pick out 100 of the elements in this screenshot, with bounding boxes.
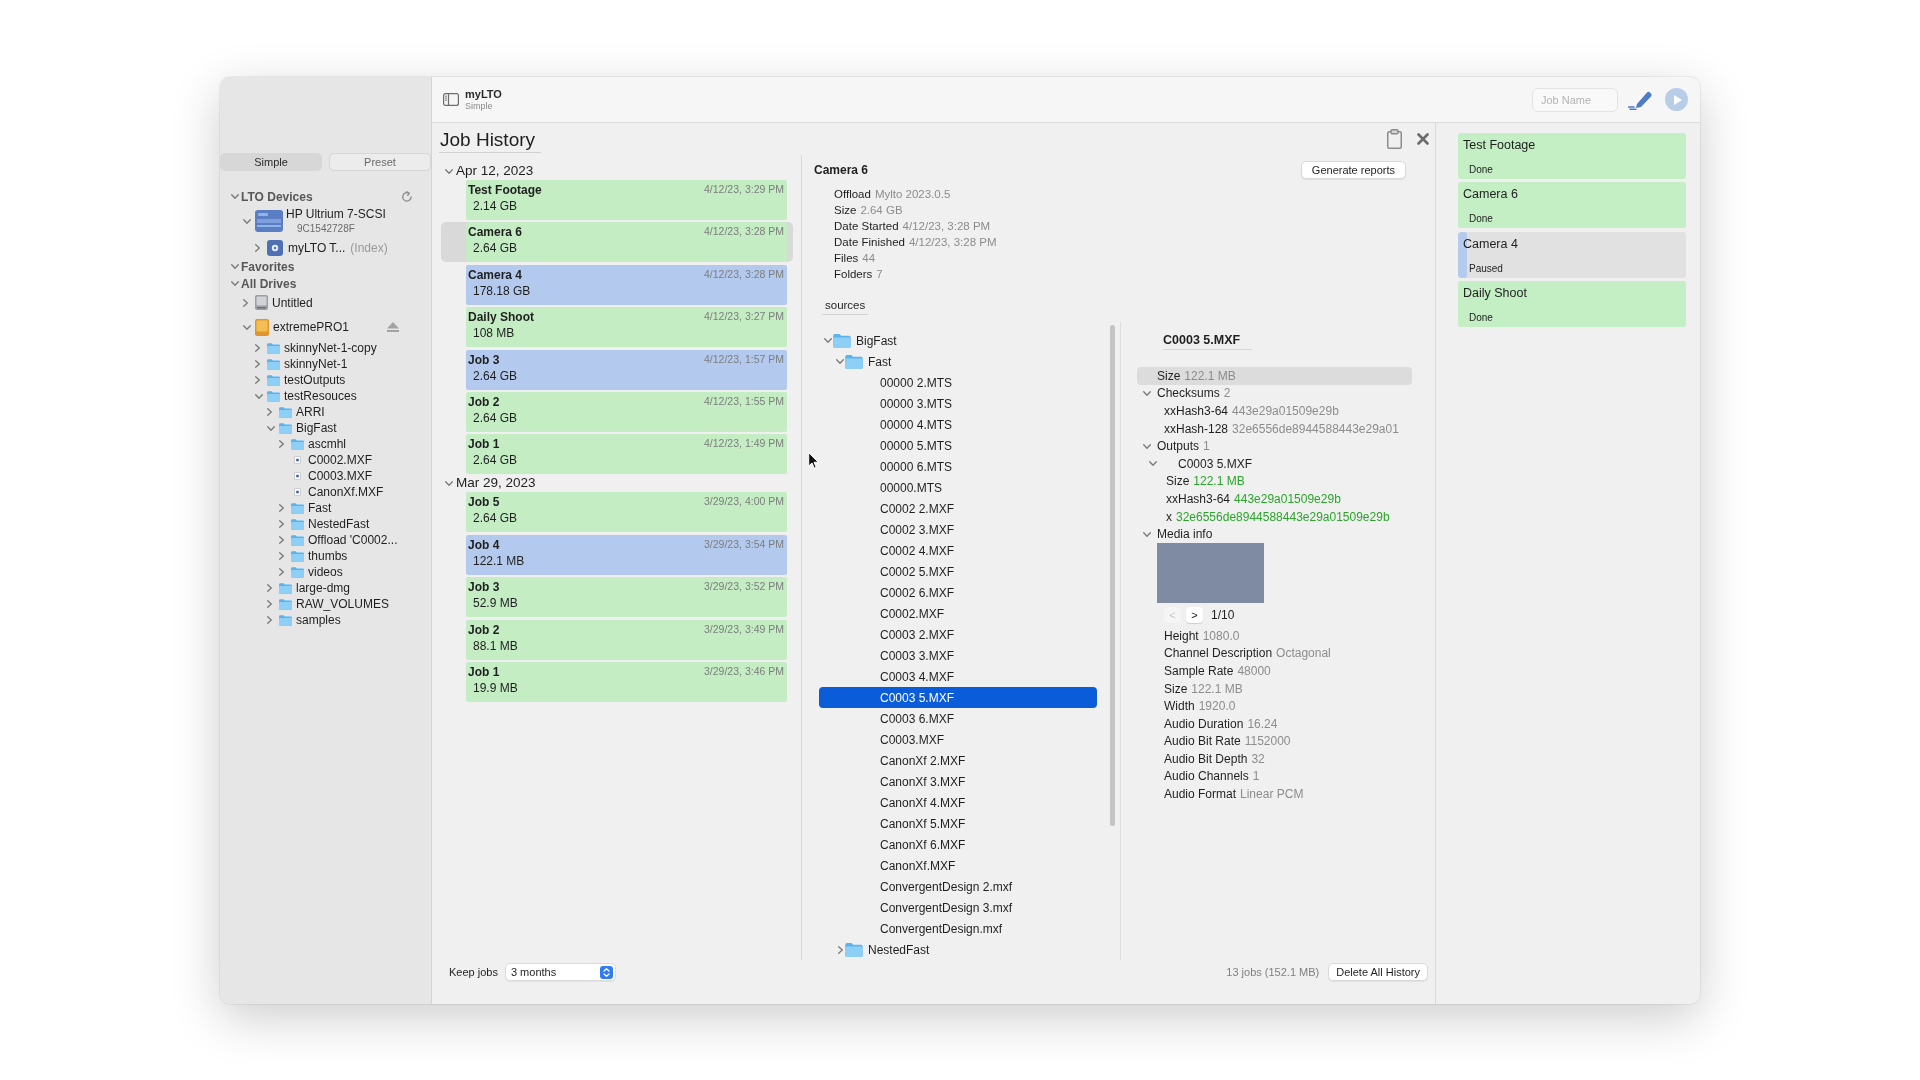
- sidebar-item-label[interactable]: myLTO T...: [288, 238, 346, 257]
- queue-card[interactable]: Camera 4 Paused: [1458, 231, 1686, 278]
- sidebar-item-label[interactable]: skinnyNet-1-copy: [284, 339, 377, 357]
- delete-history-button[interactable]: Delete All History: [1328, 963, 1428, 981]
- chevron-down-icon[interactable]: [1149, 461, 1157, 467]
- chevron-right-icon[interactable]: [243, 298, 248, 307]
- job-row[interactable]: Camera 6 4/12/23, 3:28 PM 2.64 GB: [441, 222, 793, 263]
- file-tree-row[interactable]: C0003 6.MXF: [819, 708, 1097, 729]
- file-tree-row[interactable]: ConvergentDesign 2.mxf: [819, 876, 1097, 897]
- file-tree-row[interactable]: ConvergentDesign.mxf: [819, 918, 1097, 939]
- sidebar-item-label[interactable]: Untitled: [272, 293, 313, 312]
- sidebar-toggle-icon[interactable]: [443, 93, 459, 106]
- chevron-right-icon[interactable]: [267, 600, 272, 608]
- chevron-down-icon[interactable]: [243, 324, 251, 330]
- chevron-down-icon[interactable]: [1143, 443, 1151, 449]
- chevron-down-icon[interactable]: [1143, 390, 1151, 396]
- file-tree-row[interactable]: C0002 5.MXF: [819, 561, 1097, 582]
- sidebar-item-label[interactable]: thumbs: [308, 547, 348, 565]
- detail-row[interactable]: Outputs 1: [1137, 437, 1412, 455]
- file-tree-row[interactable]: Fast: [819, 351, 1097, 372]
- sidebar-item-label[interactable]: NestedFast: [308, 515, 370, 533]
- file-tree-row[interactable]: C0003 5.MXF: [819, 687, 1097, 708]
- detail-row[interactable]: Size 122.1 MB: [1137, 367, 1412, 385]
- file-tree-row[interactable]: C0003 3.MXF: [819, 645, 1097, 666]
- next-button[interactable]: >: [1186, 606, 1203, 623]
- sidebar-item-label[interactable]: extremePRO1: [273, 318, 350, 336]
- chevron-right-icon[interactable]: [255, 360, 260, 368]
- job-row[interactable]: Test Footage 4/12/23, 3:29 PM 2.14 GB: [441, 180, 793, 220]
- chevron-right-icon[interactable]: [255, 344, 260, 352]
- chevron-right-icon[interactable]: [267, 616, 272, 624]
- chevron-down-icon[interactable]: [267, 425, 275, 431]
- chevron-right-icon[interactable]: [267, 408, 272, 416]
- file-tree-row[interactable]: 00000 4.MTS: [819, 414, 1097, 435]
- device-name[interactable]: HP Ultrium 7-SCSI: [286, 206, 386, 222]
- file-tree-row[interactable]: CanonXf 4.MXF: [819, 792, 1097, 813]
- queue-card[interactable]: Test Footage Done: [1458, 133, 1686, 179]
- job-row[interactable]: Job 2 3/29/23, 3:49 PM 88.1 MB: [441, 619, 793, 660]
- chevron-down-icon[interactable]: [231, 281, 239, 286]
- chevron-right-icon[interactable]: [279, 568, 284, 576]
- job-row[interactable]: Job 1 4/12/23, 1:49 PM 2.64 GB: [441, 434, 793, 475]
- job-row[interactable]: Job 4 3/29/23, 3:54 PM 122.1 MB: [441, 534, 793, 575]
- sidebar-item-label[interactable]: Fast: [308, 499, 332, 517]
- file-tree-row[interactable]: C0003.MXF: [819, 729, 1097, 750]
- sidebar-item-label[interactable]: large-dmg: [296, 579, 351, 597]
- job-row[interactable]: Job 1 3/29/23, 3:46 PM 19.9 MB: [441, 661, 793, 702]
- keep-jobs-select[interactable]: 3 months: [504, 963, 616, 981]
- file-tree-row[interactable]: CanonXf 5.MXF: [819, 813, 1097, 834]
- sidebar-item-label[interactable]: C0003.MXF: [308, 467, 373, 485]
- sidebar-item-label[interactable]: samples: [296, 611, 341, 629]
- detail-row[interactable]: Checksums 2: [1137, 384, 1412, 403]
- scrollbar[interactable]: [1110, 325, 1115, 826]
- file-tree-row[interactable]: CanonXf.MXF: [819, 855, 1097, 876]
- chevron-down-icon[interactable]: [231, 264, 239, 269]
- job-row[interactable]: Job 3 4/12/23, 1:57 PM 2.64 GB: [441, 349, 793, 390]
- file-tree-row[interactable]: 00000 3.MTS: [819, 393, 1097, 414]
- pen-icon[interactable]: [1628, 89, 1653, 110]
- sidebar-item-label[interactable]: videos: [308, 563, 343, 581]
- chevron-right-icon[interactable]: [279, 552, 284, 560]
- section-header[interactable]: All Drives: [241, 274, 297, 293]
- file-tree-row[interactable]: C0003 2.MXF: [819, 624, 1097, 645]
- file-tree-row[interactable]: 00000.MTS: [819, 477, 1097, 498]
- clipboard-icon[interactable]: [1387, 129, 1402, 149]
- file-tree-row[interactable]: C0003 4.MXF: [819, 666, 1097, 687]
- chevron-down-icon[interactable]: [824, 338, 832, 343]
- file-tree-row[interactable]: C0002 2.MXF: [819, 498, 1097, 519]
- file-tree-row[interactable]: BigFast: [819, 330, 1097, 351]
- job-row[interactable]: Job 3 3/29/23, 3:52 PM 52.9 MB: [441, 577, 793, 618]
- chevron-right-icon[interactable]: [279, 536, 284, 544]
- stepper-icon[interactable]: [599, 965, 613, 979]
- job-row[interactable]: Job 2 4/12/23, 1:55 PM 2.64 GB: [441, 391, 793, 432]
- sidebar-item-label[interactable]: Offload 'C0002...: [308, 531, 398, 549]
- file-tree-row[interactable]: CanonXf 6.MXF: [819, 834, 1097, 855]
- section-header[interactable]: Favorites: [241, 257, 295, 276]
- chevron-down-icon[interactable]: [836, 359, 844, 364]
- chevron-down-icon[interactable]: [445, 168, 453, 174]
- file-tree-row[interactable]: NestedFast: [819, 939, 1097, 960]
- job-row[interactable]: Job 5 3/29/23, 4:00 PM 2.64 GB: [441, 492, 793, 533]
- chevron-right-icon[interactable]: [255, 376, 260, 384]
- mode-tab[interactable]: Simple: [220, 153, 322, 171]
- file-tree-row[interactable]: 00000 2.MTS: [819, 372, 1097, 393]
- file-tree-row[interactable]: C0002.MXF: [819, 603, 1097, 624]
- sidebar-item-label[interactable]: testResouces: [284, 387, 357, 405]
- file-tree-row[interactable]: C0002 6.MXF: [819, 582, 1097, 603]
- generate-reports-button[interactable]: Generate reports: [1300, 161, 1406, 179]
- sidebar-item-label[interactable]: skinnyNet-1: [284, 355, 348, 373]
- queue-card[interactable]: Camera 6 Done: [1458, 182, 1686, 229]
- chevron-right-icon[interactable]: [279, 520, 284, 528]
- chevron-right-icon[interactable]: [837, 945, 843, 954]
- chevron-down-icon[interactable]: [445, 480, 453, 486]
- sidebar-item-label[interactable]: ascmhl: [308, 435, 346, 453]
- chevron-down-icon[interactable]: [243, 218, 251, 224]
- file-tree-row[interactable]: 00000 5.MTS: [819, 435, 1097, 456]
- chevron-right-icon[interactable]: [267, 584, 272, 592]
- queue-card[interactable]: Daily Shoot Done: [1458, 280, 1686, 327]
- sidebar-item-label[interactable]: C0002.MXF: [308, 451, 373, 469]
- file-tree-row[interactable]: C0002 4.MXF: [819, 540, 1097, 561]
- mode-tab[interactable]: Preset: [329, 153, 431, 171]
- chevron-right-icon[interactable]: [255, 243, 260, 252]
- job-row[interactable]: Camera 4 4/12/23, 3:28 PM 178.18 GB: [441, 264, 793, 305]
- close-icon[interactable]: [1417, 133, 1429, 145]
